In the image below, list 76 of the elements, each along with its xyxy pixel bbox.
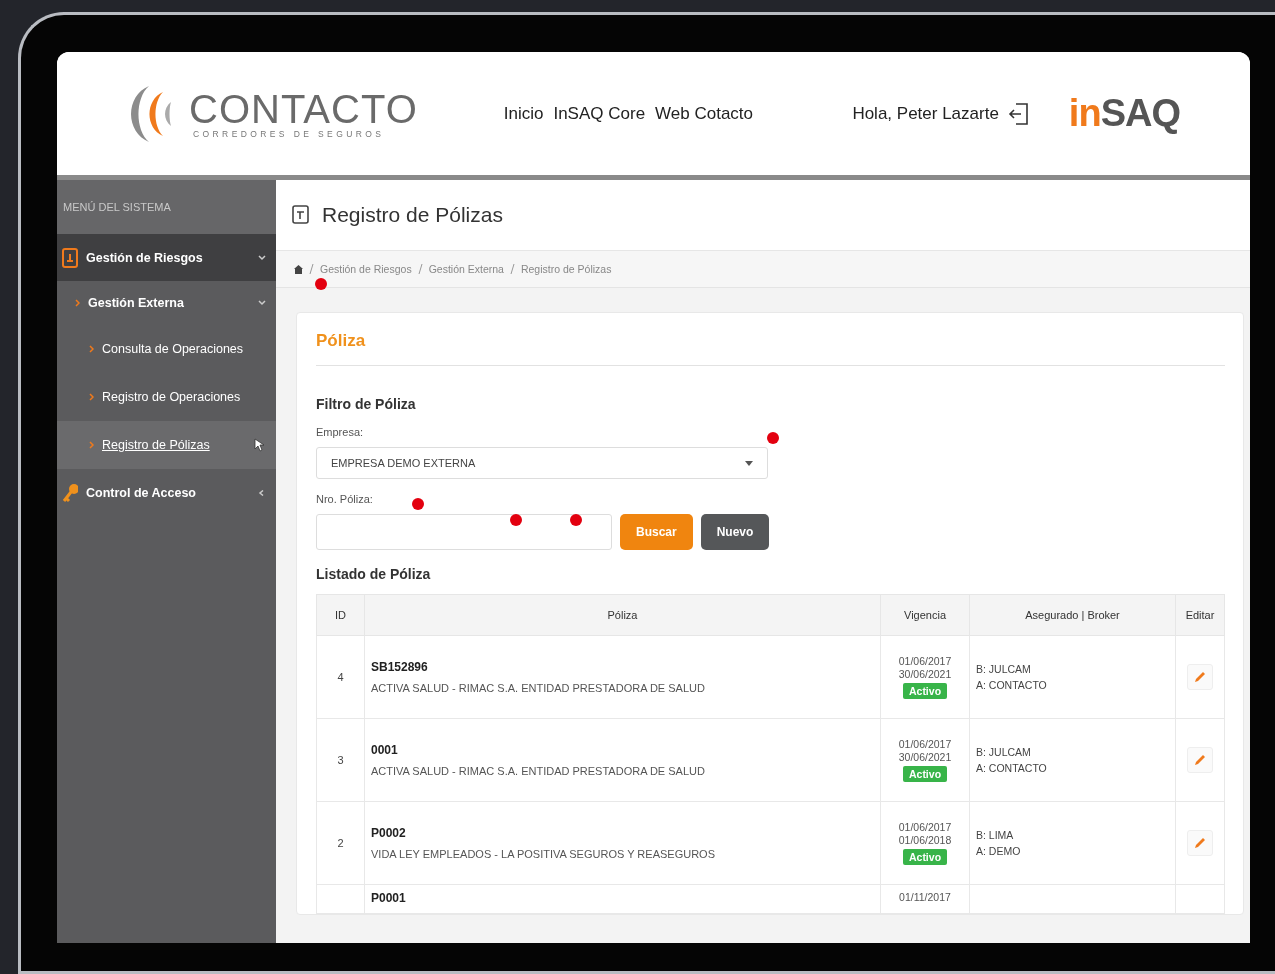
nav-link[interactable]: InSAQ Core	[553, 103, 646, 124]
policy-number: 0001	[371, 743, 399, 757]
insured-name: B: LIMA	[976, 828, 1015, 843]
pencil-icon	[1193, 670, 1207, 684]
bullet-icon	[89, 441, 94, 449]
caret-icon	[745, 460, 753, 466]
document-icon	[292, 205, 310, 225]
table-cell: 4	[337, 671, 344, 683]
end-date: 30/06/2021	[897, 751, 953, 764]
breadcrumb-link[interactable]: Gestión de Riesgos	[320, 263, 412, 275]
section-title: Filtro de Póliza	[316, 396, 417, 412]
bullet-icon	[75, 299, 80, 307]
field-label: Nro. Póliza:	[316, 493, 373, 505]
broker-name: A: CONTACTO	[976, 761, 1048, 776]
pencil-icon	[1193, 753, 1207, 767]
book-icon	[62, 247, 78, 268]
column-header: ID	[316, 594, 365, 636]
end-date: 30/06/2021	[897, 668, 953, 681]
bullet-icon	[89, 393, 94, 401]
start-date: 01/06/2017	[897, 738, 953, 751]
menu-item[interactable]: Registro de Pólizas	[57, 421, 276, 469]
start-date: 01/06/2017	[897, 821, 953, 834]
menu-item[interactable]: Gestión de Riesgos	[57, 234, 276, 281]
nav-link[interactable]: Inicio	[503, 103, 544, 124]
breadcrumb-link[interactable]: Gestión Externa	[428, 263, 504, 275]
user-greeting: Hola, Peter Lazarte	[852, 103, 999, 124]
insured-name: B: JULCAM	[976, 745, 1032, 760]
home-icon[interactable]	[294, 264, 303, 274]
new-button[interactable]: Nuevo	[700, 514, 770, 550]
broker-name: A: CONTACTO	[976, 678, 1048, 693]
menu-item[interactable]: Consulta de Operaciones	[57, 325, 276, 373]
policy-number: P0001	[371, 891, 407, 905]
menu-title: MENÚ DEL SISTEMA	[57, 180, 276, 234]
logout-icon[interactable]	[1006, 100, 1031, 127]
table-cell: 3	[337, 754, 344, 766]
pointer-cursor-icon	[254, 438, 266, 452]
policy-number: P0002	[371, 826, 407, 840]
policy-description: ACTIVA SALUD - RIMAC S.A. ENTIDAD PRESTADORA DE SALUD	[371, 682, 705, 694]
column-header: Póliza	[364, 594, 881, 636]
menu-item[interactable]: Registro de Operaciones	[57, 373, 276, 421]
nav-link[interactable]: Web Cotacto	[655, 103, 754, 124]
end-date: 01/06/2018	[897, 834, 953, 847]
breadcrumb-separator-icon	[309, 264, 314, 274]
status-badge: Activo	[902, 849, 948, 865]
status-badge: Activo	[902, 683, 948, 699]
breadcrumb-current: Registro de Pólizas	[520, 263, 612, 275]
select-field[interactable]: EMPRESA DEMO EXTERNA	[316, 447, 768, 479]
policy-number: SB152896	[371, 660, 429, 674]
input-field[interactable]	[316, 514, 612, 550]
broker-name: A: DEMO	[976, 844, 1022, 859]
start-date: 01/11/2017	[898, 891, 952, 904]
brand-logo: inSAQ	[1068, 92, 1180, 135]
breadcrumb-separator-icon	[417, 264, 423, 274]
column-header: Vigencia	[880, 594, 970, 636]
section-title: Listado de Póliza	[316, 566, 432, 582]
page-title: Registro de Pólizas	[322, 203, 503, 227]
policy-description: ACTIVA SALUD - RIMAC S.A. ENTIDAD PRESTADORA DE SALUD	[371, 765, 705, 777]
bullet-icon	[89, 345, 94, 353]
table-cell: 2	[337, 837, 344, 849]
menu-item[interactable]: Gestión Externa	[57, 281, 276, 325]
status-badge: Activo	[902, 766, 948, 782]
policy-description: VIDA LEY EMPLEADOS - LA POSITIVA SEGUROS Y REASEGUROS	[371, 848, 715, 860]
column-header: Editar	[1175, 594, 1225, 636]
start-date: 01/06/2017	[897, 655, 953, 668]
logo-name: CONTACTO	[189, 88, 418, 129]
card-title: Póliza	[316, 331, 1225, 366]
edit-button[interactable]	[1187, 830, 1213, 856]
key-icon	[62, 482, 78, 503]
column-header: Asegurado | Broker	[969, 594, 1176, 636]
field-label: Empresa:	[316, 426, 364, 438]
breadcrumb-separator-icon	[509, 264, 515, 274]
edit-button[interactable]	[1187, 747, 1213, 773]
edit-button[interactable]	[1187, 664, 1213, 690]
pencil-icon	[1193, 836, 1207, 850]
logo-tagline: CORREDORES DE SEGUROS	[193, 128, 386, 139]
insured-name: B: JULCAM	[976, 662, 1032, 677]
